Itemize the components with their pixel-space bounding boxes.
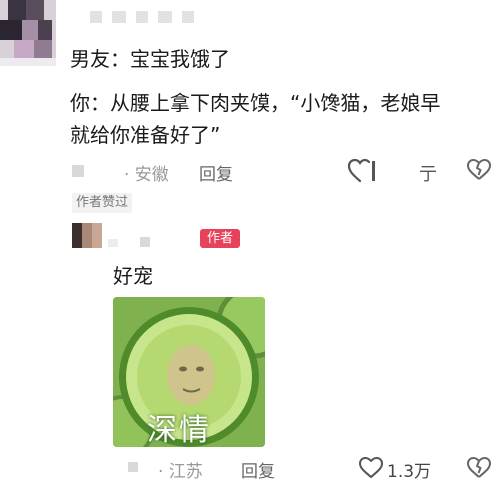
comment-text-line3: 就给你准备好了” [70, 123, 221, 147]
reply-button[interactable]: 回复 [241, 457, 275, 482]
heart-icon[interactable] [358, 456, 384, 480]
sticker-image[interactable]: 深情 [113, 297, 265, 447]
avatar[interactable] [72, 223, 102, 248]
share-icon[interactable]: 亍 [419, 160, 437, 186]
comment-text-line1: 男友：宝宝我饿了 [70, 47, 230, 71]
pixel-block [72, 165, 84, 177]
pixel-block [128, 462, 138, 472]
heart-icon[interactable] [347, 158, 377, 184]
reply-text: 好宠 [113, 264, 153, 288]
username-blurred[interactable] [140, 237, 150, 247]
author-tag: 作者 [200, 229, 240, 248]
comment-text-line2: 你：从腰上拿下肉夹馍，“小馋猫，老娘早 [70, 91, 441, 115]
reply-button[interactable]: 回复 [199, 160, 233, 185]
location-text: · 安徽 [124, 165, 169, 185]
broken-heart-icon[interactable] [466, 456, 492, 480]
pixel-block [108, 239, 118, 247]
author-liked-badge: 作者赞过 [72, 193, 133, 213]
broken-heart-icon[interactable] [466, 158, 492, 182]
username-blurred[interactable] [90, 8, 204, 23]
like-count: 1.3万 [387, 462, 432, 482]
location-text: · 江苏 [158, 462, 203, 482]
sticker-caption: 深情 [147, 413, 211, 447]
avatar[interactable] [0, 0, 56, 66]
